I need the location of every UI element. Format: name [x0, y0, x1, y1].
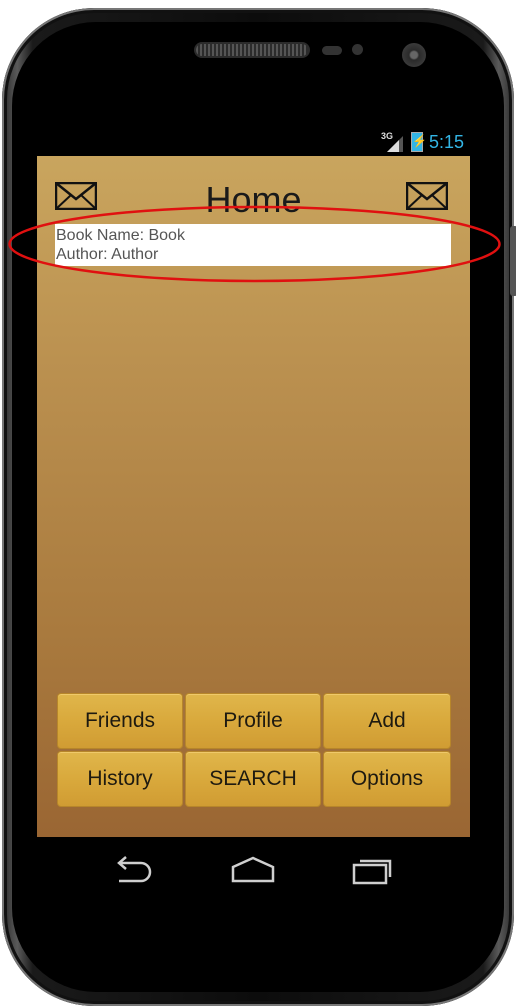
status-bar: 3G 5:15: [37, 128, 470, 156]
home-icon[interactable]: [231, 853, 275, 885]
proximity-sensor: [322, 46, 342, 55]
recents-icon[interactable]: [351, 853, 395, 885]
back-icon[interactable]: [111, 853, 155, 885]
system-nav-bar: [37, 837, 470, 903]
highlight-annotation: [8, 205, 501, 283]
earpiece-speaker: [196, 44, 308, 56]
search-button[interactable]: SEARCH: [185, 751, 321, 807]
light-sensor: [352, 44, 363, 55]
profile-button[interactable]: Profile: [185, 693, 321, 749]
options-button[interactable]: Options: [323, 751, 451, 807]
signal-icon: 3G: [381, 132, 405, 152]
front-camera: [402, 43, 426, 67]
status-time: 5:15: [428, 132, 464, 152]
history-button[interactable]: History: [57, 751, 183, 807]
battery-icon: [410, 132, 427, 152]
friends-button[interactable]: Friends: [57, 693, 183, 749]
add-button[interactable]: Add: [323, 693, 451, 749]
volume-button: [510, 226, 516, 296]
